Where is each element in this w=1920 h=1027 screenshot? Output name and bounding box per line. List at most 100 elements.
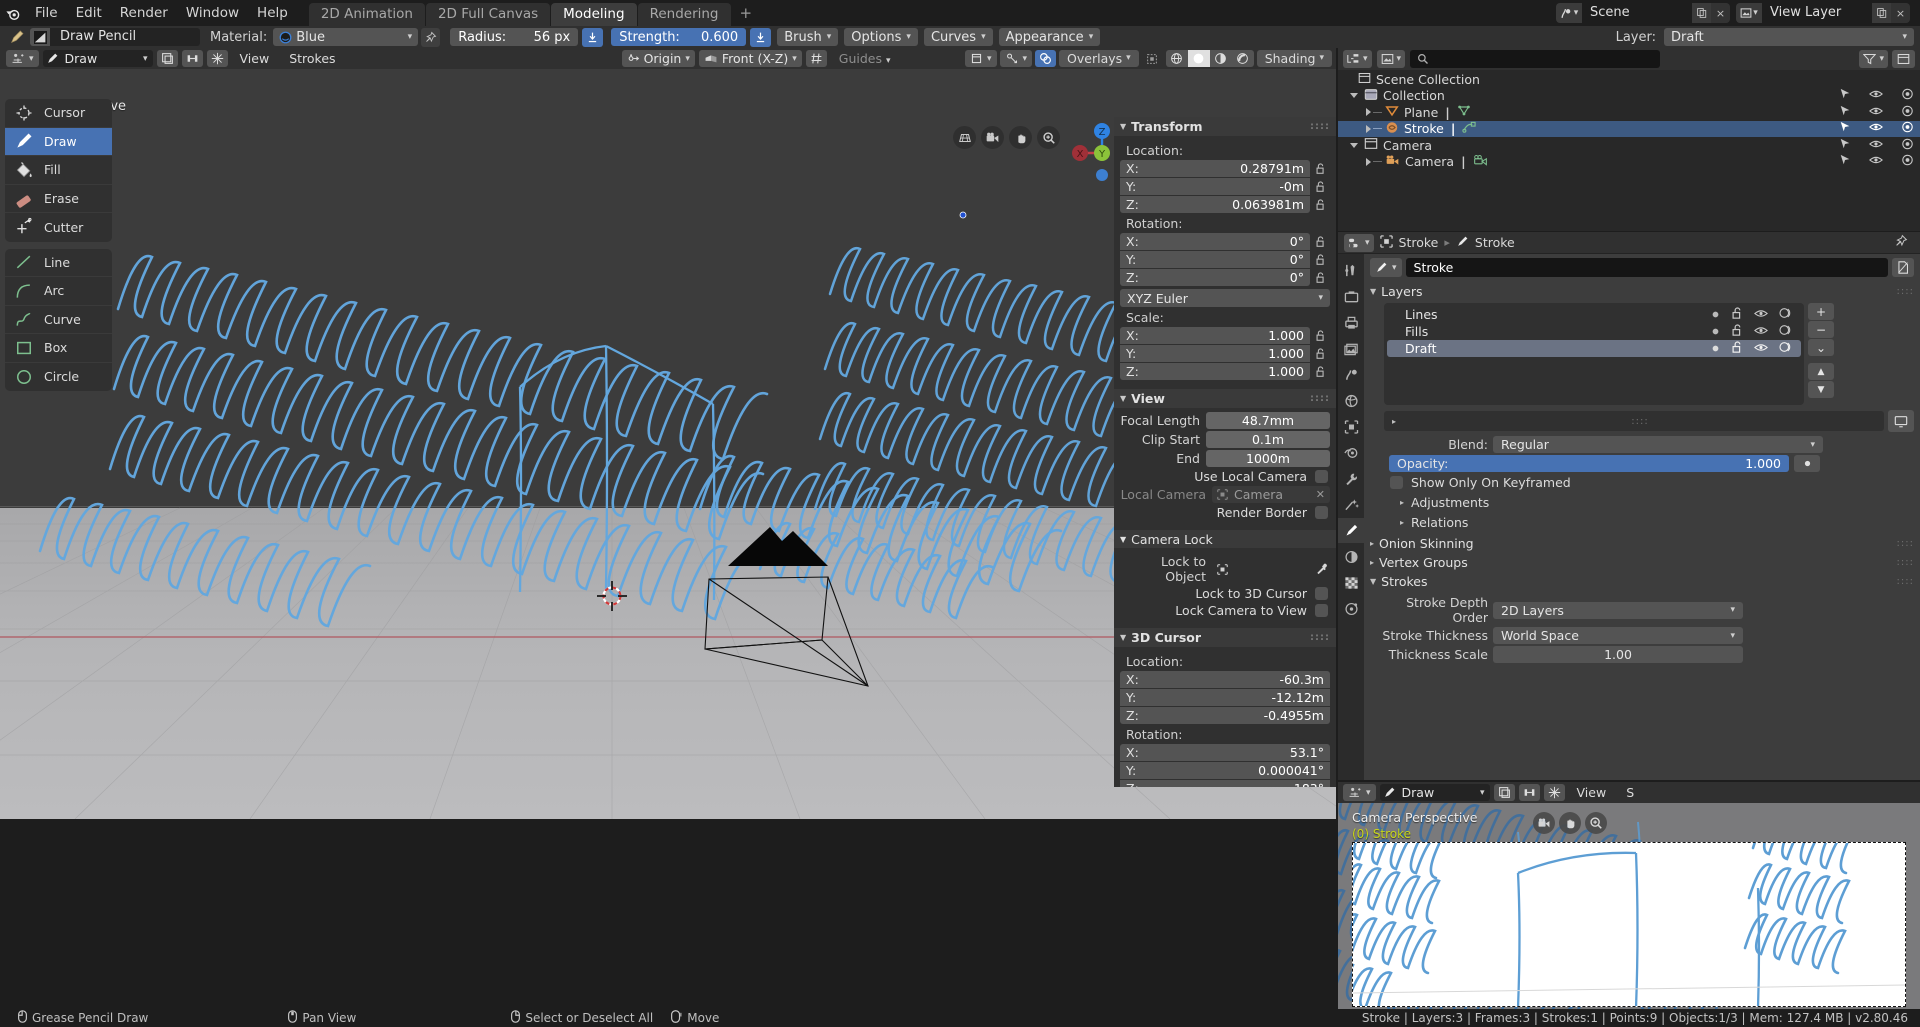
stroke-placement-icon[interactable] bbox=[181, 50, 203, 67]
focal-length-value[interactable]: 48.7mm bbox=[1206, 412, 1330, 429]
pin-icon[interactable] bbox=[1895, 234, 1914, 251]
new-collection-icon[interactable] bbox=[1892, 50, 1915, 68]
properties-tab-scene[interactable] bbox=[1338, 362, 1364, 387]
radius-pressure-icon[interactable] bbox=[582, 27, 604, 47]
lock-scale-x-icon[interactable] bbox=[1310, 329, 1330, 342]
tool-erase[interactable]: Erase bbox=[5, 185, 112, 213]
brush-menu[interactable]: Brush ▾ bbox=[777, 28, 839, 46]
eye-icon[interactable] bbox=[1869, 154, 1883, 169]
camera-preview-menu-strokes[interactable]: S bbox=[1618, 784, 1642, 801]
panel-header-strokes[interactable]: ▼ Strokes :::: bbox=[1370, 572, 1914, 591]
tool-draw[interactable]: Draw bbox=[5, 127, 112, 156]
select-arrow-icon[interactable] bbox=[1839, 154, 1851, 169]
tool-arc[interactable]: Arc bbox=[5, 277, 112, 306]
opacity-slider[interactable]: Opacity: 1.000 bbox=[1389, 455, 1789, 472]
onion-icon[interactable] bbox=[1779, 307, 1793, 322]
lock-location-y-icon[interactable] bbox=[1310, 180, 1330, 193]
local-camera-field[interactable]: Camera ✕ bbox=[1212, 486, 1330, 503]
xray-icon[interactable] bbox=[1142, 50, 1163, 67]
workspace-tab-2d-full-canvas[interactable]: 2D Full Canvas bbox=[425, 3, 551, 26]
layer-selector[interactable]: Draft ▾ bbox=[1664, 28, 1914, 46]
panel-header-vertex-groups[interactable]: ▸ Vertex Groups :::: bbox=[1370, 553, 1914, 572]
camera-preview-viewport[interactable]: ▾ Draw ▾ View S Camera Perspective (0) S… bbox=[1338, 782, 1920, 1019]
appearance-menu[interactable]: Appearance ▾ bbox=[998, 28, 1101, 46]
camera-render-icon[interactable] bbox=[1901, 154, 1914, 169]
cursor-rotation-z-row[interactable]: Z: -183° bbox=[1120, 780, 1330, 787]
lock-scale-y-icon[interactable] bbox=[1310, 347, 1330, 360]
menu-help[interactable]: Help bbox=[248, 0, 297, 26]
stroke-depth-order-selector[interactable]: 2D Layers ▾ bbox=[1493, 601, 1743, 619]
mesh-data-icon[interactable] bbox=[1457, 104, 1471, 120]
lock-location-x-icon[interactable] bbox=[1310, 162, 1330, 175]
editor-type-icon[interactable]: ▾ bbox=[1343, 784, 1376, 801]
properties-tab-texture[interactable] bbox=[1338, 570, 1364, 595]
properties-editor[interactable]: ▾ Stroke ▸ Stroke ▾ Stroke ▼ Layers::::… bbox=[1338, 232, 1920, 780]
properties-tab-particles[interactable] bbox=[1338, 492, 1364, 517]
select-arrow-icon[interactable] bbox=[1839, 88, 1851, 103]
viewport-menu-view[interactable]: View bbox=[232, 50, 278, 67]
properties-tab-view-layer[interactable] bbox=[1338, 336, 1364, 361]
rotation-x-row[interactable]: X: 0° bbox=[1120, 233, 1330, 250]
chevron-down-icon[interactable] bbox=[1350, 142, 1358, 148]
chevron-right-icon[interactable] bbox=[1366, 108, 1371, 117]
grease-pencil-data-icon[interactable] bbox=[1462, 121, 1477, 137]
view-layer-close-button[interactable]: × bbox=[1891, 3, 1910, 23]
paint-mask-icon[interactable] bbox=[1493, 784, 1515, 801]
view-layer-selector[interactable]: ▾ View Layer × bbox=[1736, 3, 1910, 23]
shading-material-icon[interactable] bbox=[1210, 50, 1232, 67]
lock-to-object-row[interactable]: Lock to Object bbox=[1120, 554, 1330, 584]
adjustments-subpanel[interactable]: ▸ Adjustments bbox=[1400, 495, 1914, 510]
camera-render-icon[interactable] bbox=[1901, 121, 1914, 136]
location-z-row[interactable]: Z: 0.063981m bbox=[1120, 196, 1330, 213]
properties-tab-world[interactable] bbox=[1338, 388, 1364, 413]
pin-icon[interactable] bbox=[421, 27, 441, 47]
mask-dot-icon[interactable] bbox=[1711, 307, 1720, 322]
origin-selector[interactable]: Origin ▾ bbox=[621, 50, 695, 67]
shading-menu[interactable]: Shading ▾ bbox=[1256, 50, 1332, 67]
eye-icon[interactable] bbox=[1754, 341, 1768, 356]
unlock-icon[interactable] bbox=[1731, 340, 1743, 357]
tool-line[interactable]: Line bbox=[5, 249, 112, 277]
properties-tab-output[interactable] bbox=[1338, 310, 1364, 335]
layers-list[interactable]: Lines Fills Draft bbox=[1384, 303, 1804, 405]
stroke-thickness-row[interactable]: Stroke Thickness World Space ▾ bbox=[1370, 627, 1914, 644]
shading-solid-icon[interactable] bbox=[1187, 50, 1210, 67]
opacity-row[interactable]: Opacity: 1.000 bbox=[1370, 455, 1914, 472]
viewport-sidebar-n-panel[interactable]: ▼ Transform :::: Location: X: 0.28791m Y:… bbox=[1114, 117, 1336, 787]
overlays-icon[interactable] bbox=[1035, 50, 1057, 67]
curves-menu[interactable]: Curves ▾ bbox=[923, 28, 993, 46]
properties-tab-render[interactable] bbox=[1338, 284, 1364, 309]
cursor-rotation-y-row[interactable]: Y: 0.000041° bbox=[1120, 762, 1330, 779]
layer-row-fills[interactable]: Fills bbox=[1387, 323, 1801, 340]
outliner-row-collection[interactable]: Collection bbox=[1338, 88, 1920, 105]
outliner-search-input[interactable] bbox=[1410, 50, 1661, 68]
cursor-location-x-row[interactable]: X: -60.3m bbox=[1120, 671, 1330, 688]
cursor-location-y-row[interactable]: Y: -12.12m bbox=[1120, 689, 1330, 706]
stroke-thickness-selector[interactable]: World Space ▾ bbox=[1493, 627, 1743, 644]
eye-icon[interactable] bbox=[1754, 324, 1768, 339]
properties-tab-material[interactable] bbox=[1338, 544, 1364, 569]
menu-render[interactable]: Render bbox=[111, 0, 177, 26]
menu-file[interactable]: File bbox=[26, 0, 67, 26]
lock-rotation-z-icon[interactable] bbox=[1310, 271, 1330, 284]
rotation-y-row[interactable]: Y: 0° bbox=[1120, 251, 1330, 268]
eye-icon[interactable] bbox=[1869, 88, 1883, 103]
new-data-icon[interactable] bbox=[1892, 258, 1914, 277]
cursor-location-z-row[interactable]: Z: -0.4955m bbox=[1120, 707, 1330, 724]
snap-icon[interactable] bbox=[1543, 784, 1565, 801]
camera-render-icon[interactable] bbox=[1901, 138, 1914, 153]
stroke-placement-icon[interactable] bbox=[1518, 784, 1540, 801]
menu-edit[interactable]: Edit bbox=[67, 0, 111, 26]
outliner-row-plane[interactable]: Plane | bbox=[1338, 104, 1920, 121]
outliner-row-scene-collection[interactable]: Scene Collection bbox=[1338, 71, 1920, 88]
datablock-type-button[interactable]: ▾ bbox=[1370, 258, 1402, 277]
properties-editor-icon[interactable]: ▾ bbox=[1344, 233, 1374, 252]
animate-dot-icon[interactable] bbox=[1794, 455, 1820, 472]
outliner-row-stroke[interactable]: Stroke | bbox=[1338, 120, 1920, 137]
render-border-checkbox[interactable] bbox=[1315, 506, 1328, 519]
scale-x-row[interactable]: X: 1.000 bbox=[1120, 327, 1330, 344]
viewport-3d[interactable]: ▾ Draw ▾ View Strokes Origin ▾ Front (X-… bbox=[0, 48, 1336, 819]
cursor-rotation-x-row[interactable]: X: 53.1° bbox=[1120, 744, 1330, 761]
outliner-editor[interactable]: ▾ ▾ ▾ Scene Collection Collection Plane … bbox=[1338, 48, 1920, 231]
remove-layer-button[interactable]: − bbox=[1808, 321, 1834, 338]
